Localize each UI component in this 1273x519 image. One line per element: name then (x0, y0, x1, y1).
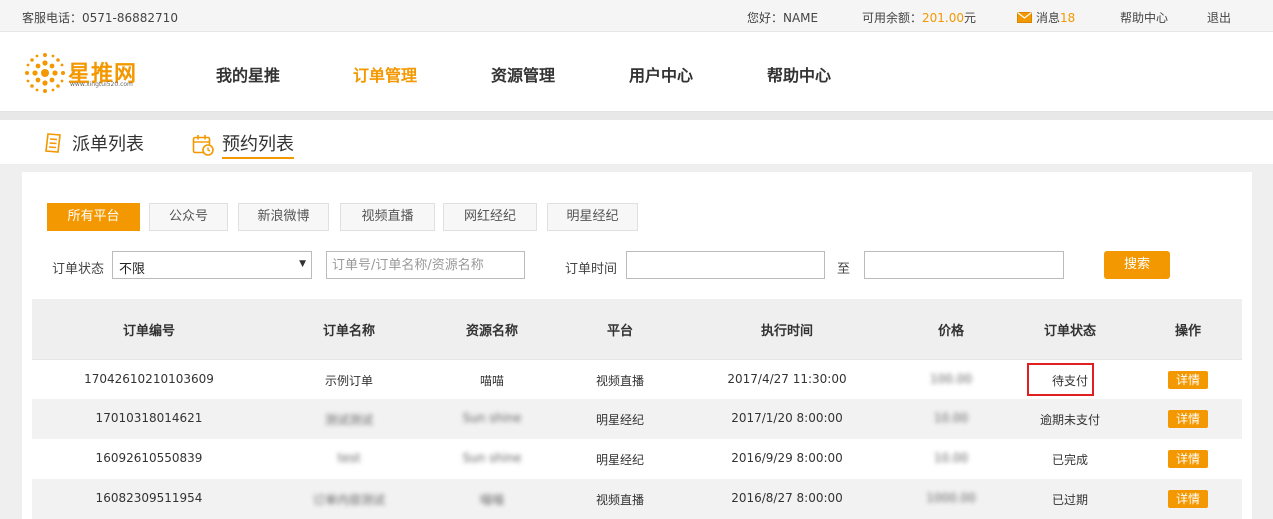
tab-reservation-list[interactable]: 预约列表 (192, 130, 294, 159)
filter-all-platforms[interactable]: 所有平台 (47, 203, 140, 231)
tab-reservation-list-label: 预约列表 (222, 130, 294, 159)
order-status: 逾期未支付 (1039, 413, 1101, 427)
col-order-status: 订单状态 (1043, 324, 1097, 339)
logout-link[interactable]: 退出 (1207, 9, 1231, 26)
order-name: test (337, 451, 361, 465)
filter-video-live[interactable]: 视频直播 (340, 203, 435, 231)
order-id: 16092610550839 (95, 451, 203, 465)
balance-unit: 元 (964, 11, 977, 25)
search-button[interactable]: 搜索 (1104, 251, 1170, 279)
order-name: 示例订单 (324, 374, 374, 388)
tab-dispatch-list[interactable]: 派单列表 (44, 130, 144, 156)
col-actions: 操作 (1174, 324, 1202, 339)
exec-time: 2017/4/27 11:30:00 (727, 372, 847, 386)
table-row: 16092610550839 test Sun shine 明星经纪 2016/… (32, 439, 1242, 479)
mail-icon (1017, 12, 1032, 23)
document-icon (45, 133, 61, 153)
platform: 视频直播 (595, 374, 645, 388)
col-order-id: 订单编号 (122, 324, 176, 339)
start-date-input[interactable] (626, 251, 825, 279)
balance: 可用余额：201.00元 (862, 9, 976, 26)
exec-time: 2016/8/27 8:00:00 (731, 491, 843, 505)
nav-my-xingtui[interactable]: 我的星推 (216, 62, 280, 86)
detail-button[interactable]: 详情 (1168, 371, 1208, 389)
exec-time: 2017/1/20 8:00:00 (731, 411, 843, 425)
platform: 视频直播 (595, 493, 645, 507)
table-header: 订单编号 订单名称 资源名称 平台 执行时间 价格 订单状态 操作 (32, 299, 1242, 359)
nav-help-center[interactable]: 帮助中心 (767, 62, 831, 86)
col-platform: 平台 (606, 324, 634, 339)
date-range-separator: 至 (837, 262, 851, 277)
messages-label: 消息 (1036, 11, 1061, 25)
order-status: 已完成 (1051, 453, 1089, 467)
nav-resource-management[interactable]: 资源管理 (491, 62, 555, 86)
status-select-value: 不限 (119, 262, 146, 277)
keyword-search-input[interactable] (326, 251, 525, 279)
logo-icon (25, 53, 65, 93)
col-price: 价格 (937, 324, 965, 339)
resource-name: Sun shine (462, 411, 522, 425)
price: 10.00 (933, 411, 969, 425)
table-row: 17010318014621 测试测试 Sun shine 明星经纪 2017/… (32, 399, 1242, 439)
divider (0, 112, 1273, 120)
service-phone: 客服电话：0571-86882710 (22, 11, 178, 25)
balance-value: 201.00 (922, 11, 965, 25)
status-highlight-box (1027, 363, 1094, 396)
order-status: 已过期 (1051, 493, 1089, 507)
price: 100.00 (930, 372, 972, 386)
help-link[interactable]: 帮助中心 (1120, 9, 1168, 26)
resource-name: 喵喵 (479, 374, 505, 388)
order-id: 17042610210103609 (84, 372, 214, 386)
filter-sina-weibo[interactable]: 新浪微博 (238, 203, 329, 231)
dropdown-arrow-icon: ▼ (299, 259, 306, 269)
filter-influencer[interactable]: 网红经纪 (443, 203, 537, 231)
order-name: 订单内容测试 (312, 493, 386, 507)
filter-wechat-public[interactable]: 公众号 (149, 203, 228, 231)
filter-celebrity[interactable]: 明星经纪 (547, 203, 638, 231)
detail-button[interactable]: 详情 (1168, 490, 1208, 508)
nav-order-management[interactable]: 订单管理 (353, 62, 417, 86)
price: 1000.00 (926, 491, 976, 505)
exec-time: 2016/9/29 8:00:00 (731, 451, 843, 465)
logo-url: www.xingtui520.com (70, 81, 133, 88)
status-select[interactable]: 不限 ▼ (112, 251, 312, 279)
main-panel: 所有平台 公众号 新浪微博 视频直播 网红经纪 明星经纪 订单状态 不限 ▼ 订… (22, 172, 1252, 519)
col-resource-name: 资源名称 (465, 324, 519, 339)
messages-link[interactable]: 消息18 (1017, 9, 1075, 26)
order-time-label: 订单时间 (565, 262, 618, 277)
platform: 明星经纪 (595, 413, 645, 427)
order-id: 17010318014621 (95, 411, 203, 425)
sub-tabs: 派单列表 预约列表 (0, 120, 1273, 164)
calendar-clock-icon (192, 134, 214, 156)
resource-name: Sun shine (462, 451, 522, 465)
order-name: 测试测试 (324, 413, 374, 427)
messages-count: 18 (1060, 11, 1076, 25)
nav-user-center[interactable]: 用户中心 (629, 62, 693, 86)
col-exec-time: 执行时间 (760, 324, 814, 339)
top-bar: 客服电话：0571-86882710 您好：NAME 可用余额：201.00元 … (0, 0, 1273, 32)
balance-label: 可用余额： (862, 11, 923, 25)
detail-button[interactable]: 详情 (1168, 410, 1208, 428)
resource-name: 喵喵 (479, 493, 505, 507)
table-row: 16082309511954 订单内容测试 喵喵 视频直播 2016/8/27 … (32, 479, 1242, 519)
tab-dispatch-list-label: 派单列表 (72, 134, 144, 155)
header: 星推网 www.xingtui520.com 我的星推 订单管理 资源管理 用户… (0, 32, 1273, 112)
user-greeting: 您好：NAME (747, 11, 819, 25)
logo[interactable]: 星推网 www.xingtui520.com (22, 50, 152, 96)
price: 10.00 (933, 451, 969, 465)
order-id: 16082309511954 (95, 491, 203, 505)
platform: 明星经纪 (595, 453, 645, 467)
end-date-input[interactable] (864, 251, 1064, 279)
col-order-name: 订单名称 (322, 324, 376, 339)
detail-button[interactable]: 详情 (1168, 450, 1208, 468)
status-filter-label: 订单状态 (52, 262, 105, 277)
